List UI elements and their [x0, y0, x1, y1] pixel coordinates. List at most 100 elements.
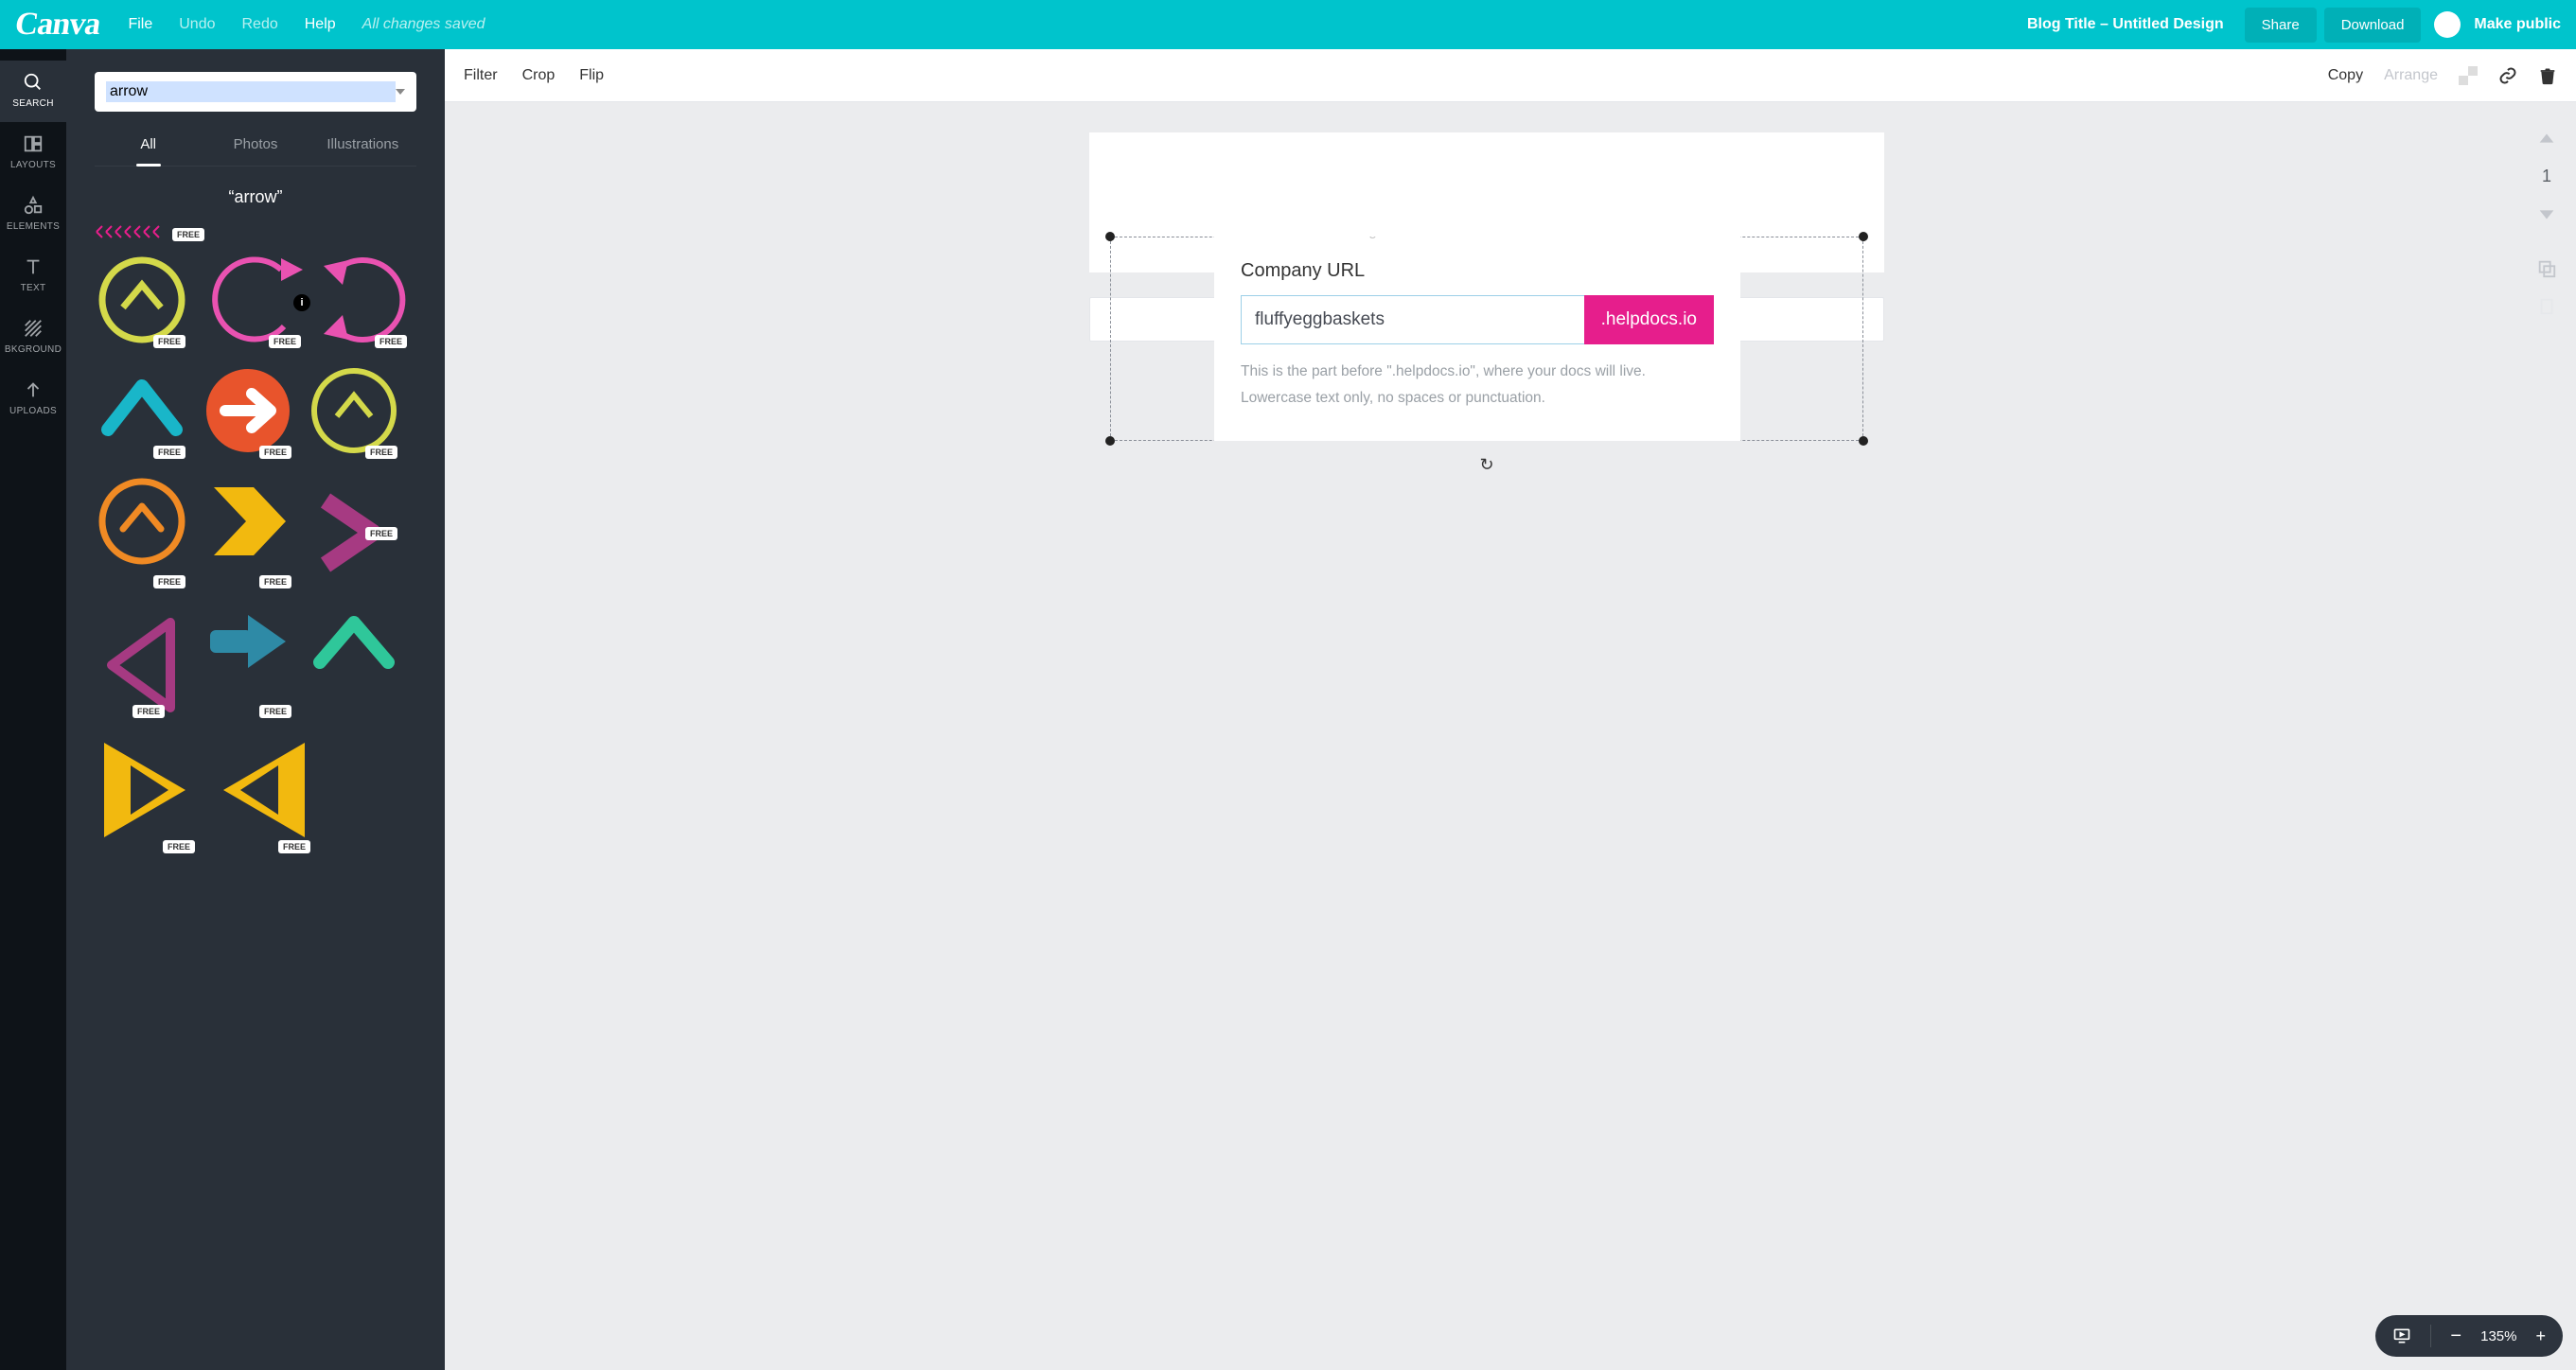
menu-undo[interactable]: Undo	[179, 16, 215, 33]
free-badge: FREE	[259, 575, 291, 588]
menu-help[interactable]: Help	[305, 16, 336, 33]
free-badge: FREE	[172, 228, 204, 241]
result-item[interactable]	[307, 604, 401, 722]
tool-copy[interactable]: Copy	[2328, 67, 2363, 84]
chevron-down-icon[interactable]	[2536, 203, 2557, 224]
arrow-graphic	[316, 253, 411, 347]
nav-label: ELEMENTS	[7, 221, 60, 232]
free-badge: FREE	[375, 335, 407, 348]
arrow-graphic	[201, 253, 305, 347]
search-field[interactable]	[95, 72, 416, 112]
free-badge: FREE	[153, 335, 185, 348]
menu-redo[interactable]: Redo	[242, 16, 278, 33]
result-item[interactable]: FREE	[201, 604, 295, 722]
nav-layouts[interactable]: LAYOUTS	[0, 122, 66, 184]
link-icon[interactable]	[2498, 66, 2517, 85]
resize-handle[interactable]	[1105, 232, 1115, 241]
tool-filter[interactable]: Filter	[464, 67, 498, 84]
nav-uploads[interactable]: UPLOADS	[0, 368, 66, 430]
result-item[interactable]: FREE	[95, 363, 189, 463]
info-icon[interactable]: i	[293, 294, 310, 311]
free-badge: FREE	[153, 446, 185, 459]
tool-arrange: Arrange	[2384, 67, 2438, 84]
arrow-graphic	[307, 604, 401, 679]
share-button[interactable]: Share	[2245, 8, 2317, 43]
resize-handle[interactable]	[1859, 436, 1868, 446]
elements-icon	[23, 195, 44, 216]
download-button[interactable]: Download	[2324, 8, 2422, 43]
resize-handle[interactable]	[1859, 232, 1868, 241]
result-item[interactable]: FREE	[95, 474, 189, 592]
result-item[interactable]: FREE	[95, 733, 199, 852]
design-page[interactable]: ↻ 6+ characters including at least 1 num…	[1089, 132, 1884, 272]
document-title[interactable]: Blog Title – Untitled Design	[2027, 16, 2224, 33]
delete-page-icon[interactable]	[2536, 296, 2557, 317]
arrow-graphic	[95, 363, 189, 458]
copy-page-icon[interactable]	[2536, 258, 2557, 279]
nav-search[interactable]: SEARCH	[0, 61, 66, 122]
result-item[interactable]: FREE i	[201, 253, 305, 352]
chevron-up-icon[interactable]	[2536, 129, 2557, 149]
tab-all[interactable]: All	[95, 127, 202, 166]
zoom-value[interactable]: 135%	[2480, 1328, 2516, 1344]
free-badge: FREE	[259, 705, 291, 718]
free-badge: FREE	[365, 446, 397, 459]
layouts-icon	[23, 133, 44, 154]
zoom-control: − 135% +	[2375, 1315, 2563, 1357]
zoom-out[interactable]: −	[2450, 1326, 2461, 1347]
canvas-viewport[interactable]: ↻ 6+ characters including at least 1 num…	[445, 102, 2576, 1370]
tool-crop[interactable]: Crop	[522, 67, 556, 84]
result-item[interactable]: FREE	[316, 253, 411, 352]
resize-handle[interactable]	[1105, 436, 1115, 446]
result-item[interactable]: FREE	[210, 733, 314, 852]
clip-hint: Lowercase text only, no spaces or punctu…	[1241, 386, 1714, 411]
arrow-graphic	[201, 363, 295, 458]
menu-file[interactable]: File	[128, 16, 152, 33]
result-item[interactable]: FREE	[201, 363, 295, 463]
arrow-graphic	[201, 604, 295, 679]
rotate-handle[interactable]: ↻	[1479, 455, 1493, 475]
arrow-graphic	[95, 604, 189, 717]
tab-illustrations[interactable]: Illustrations	[309, 127, 416, 166]
clip-label: Company URL	[1241, 260, 1740, 282]
nav-text[interactable]: TEXT	[0, 245, 66, 307]
clip-field: .helpdocs.io	[1241, 295, 1714, 344]
nav-label: BKGROUND	[5, 344, 62, 355]
clip-hint: This is the part before ".helpdocs.io", …	[1241, 360, 1714, 384]
arrow-graphic	[210, 733, 314, 847]
upload-icon	[23, 379, 44, 400]
arrow-graphic	[95, 253, 189, 347]
nav-elements[interactable]: ELEMENTS	[0, 184, 66, 245]
save-status: All changes saved	[362, 16, 485, 33]
tool-flip[interactable]: Flip	[579, 67, 604, 84]
context-toolbar: Filter Crop Flip Copy Arrange	[445, 49, 2576, 102]
make-public-button[interactable]: Make public	[2474, 16, 2561, 33]
selected-image[interactable]: 6+ characters including at least 1 numbe…	[1214, 237, 1740, 441]
user-avatar[interactable]	[2434, 11, 2461, 38]
results-heading: “arrow”	[95, 187, 416, 207]
nav-label: TEXT	[21, 283, 46, 293]
background-icon	[23, 318, 44, 339]
tab-photos[interactable]: Photos	[202, 127, 309, 166]
result-item[interactable]: FREE	[95, 253, 189, 352]
result-item[interactable]: FREE	[307, 474, 401, 592]
top-bar: Canva File Undo Redo Help All changes sa…	[0, 0, 2576, 49]
result-item[interactable]: FREE	[307, 363, 401, 463]
search-icon	[23, 72, 44, 93]
trash-icon[interactable]	[2538, 66, 2557, 85]
results-grid: FREE FREE FREE i FREE	[95, 222, 416, 852]
chevron-down-icon[interactable]	[396, 89, 405, 95]
zoom-in[interactable]: +	[2535, 1326, 2546, 1346]
result-item[interactable]: FREE	[95, 222, 416, 241]
free-badge: FREE	[269, 335, 301, 348]
free-badge: FREE	[153, 575, 185, 588]
free-badge: FREE	[278, 840, 310, 853]
result-item[interactable]: FREE	[95, 604, 189, 722]
selection-box[interactable]: ↻ 6+ characters including at least 1 num…	[1110, 237, 1863, 441]
search-input[interactable]	[106, 81, 396, 102]
result-item[interactable]: FREE	[201, 474, 295, 592]
present-icon[interactable]	[2392, 1326, 2411, 1345]
nav-background[interactable]: BKGROUND	[0, 307, 66, 368]
transparency-icon[interactable]	[2459, 66, 2478, 85]
arrow-graphic	[95, 733, 199, 847]
